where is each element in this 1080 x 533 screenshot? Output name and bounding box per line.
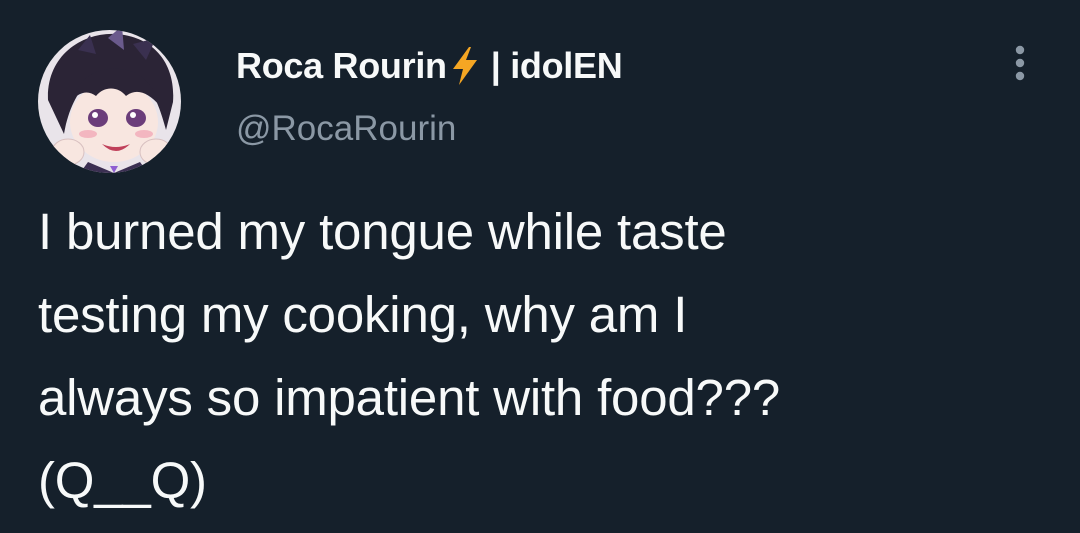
author-display-name[interactable]: Roca Rourin: [236, 45, 447, 87]
more-vertical-icon[interactable]: [1008, 42, 1032, 86]
author-name-suffix: | idolEN: [490, 45, 623, 86]
anime-avatar-icon: [38, 30, 181, 173]
author-avatar[interactable]: [38, 30, 181, 173]
author-name-row[interactable]: Roca Rourin | idolEN: [236, 44, 623, 88]
tweet-body-text: I burned my tongue while taste testing m…: [38, 203, 781, 509]
author-handle[interactable]: @RocaRourin: [236, 109, 456, 149]
tweet-card: Roca Rourin | idolEN @RocaRourin I burne…: [0, 0, 1080, 533]
lightning-bolt-icon: [449, 46, 481, 86]
